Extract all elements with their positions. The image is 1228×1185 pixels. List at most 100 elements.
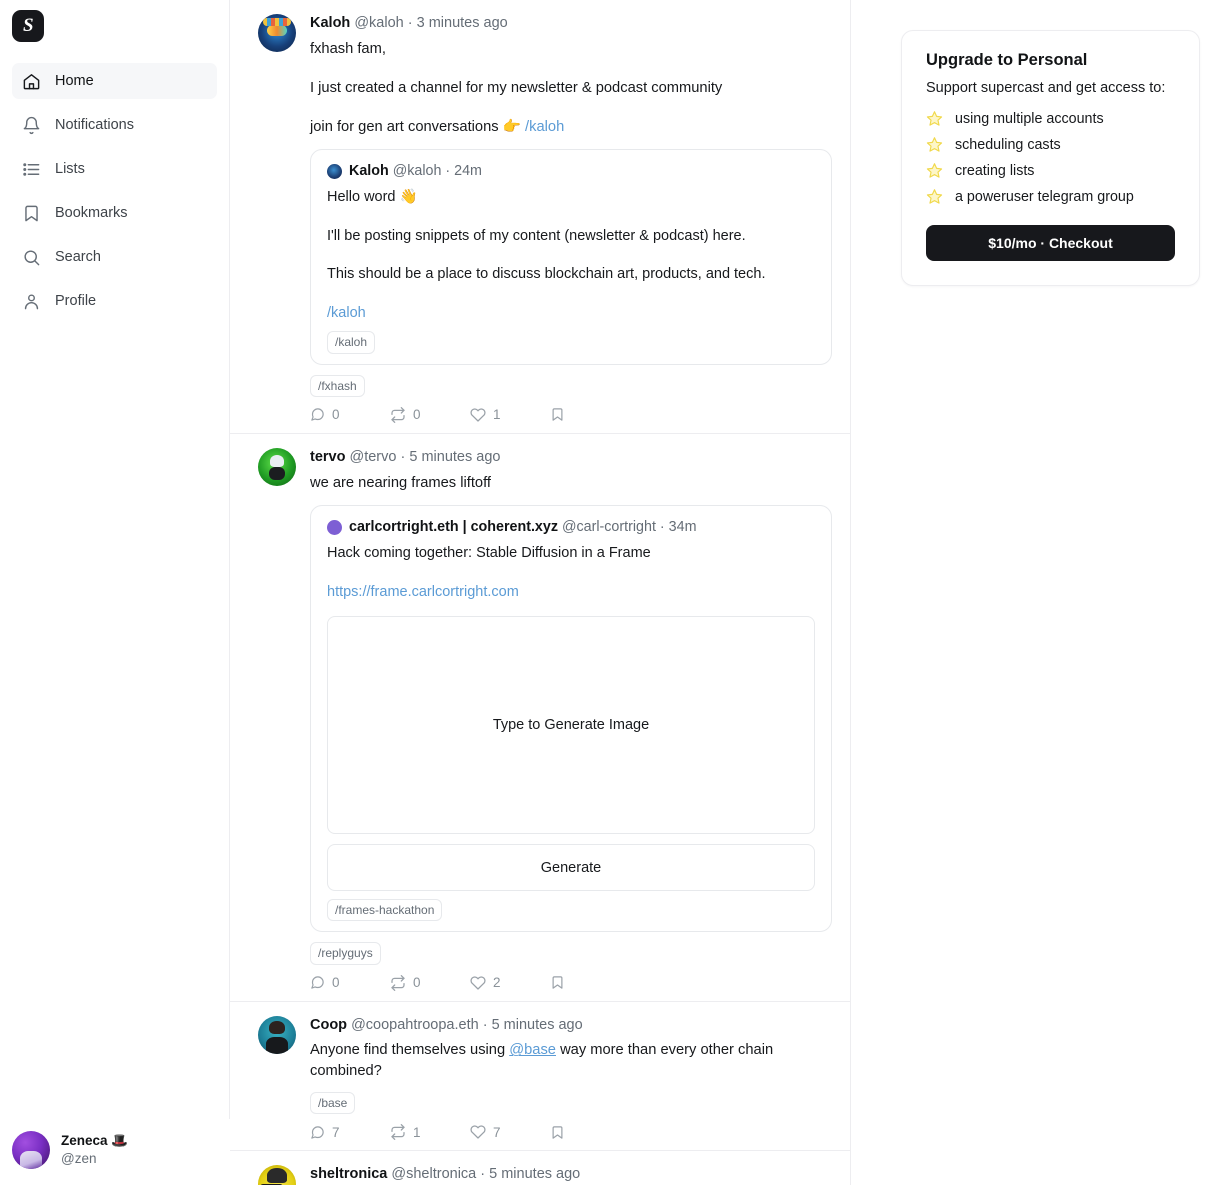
reply-count: 0: [332, 407, 340, 423]
embedded-frame-cast[interactable]: carlcortright.eth | coherent.xyz @carl-c…: [310, 505, 832, 933]
like-count: 1: [493, 407, 501, 423]
sidebar-item-label: Home: [55, 73, 94, 89]
current-user-name: Zeneca 🎩: [61, 1132, 129, 1148]
reply-button[interactable]: 7: [310, 1125, 390, 1140]
embedded-paragraph: Hack coming together: Stable Diffusion i…: [327, 545, 651, 562]
sidebar-item-home[interactable]: Home: [12, 63, 217, 99]
mention-link[interactable]: @base: [509, 1042, 556, 1058]
recast-button[interactable]: 1: [390, 1124, 470, 1141]
avatar[interactable]: [258, 1165, 296, 1185]
channel-tag[interactable]: /base: [310, 1092, 356, 1115]
cast-author-handle[interactable]: @sheltronica: [391, 1166, 476, 1182]
channel-tag[interactable]: /fxhash: [310, 374, 365, 397]
avatar[interactable]: [258, 447, 296, 486]
upgrade-perk-label: using multiple accounts: [955, 110, 1104, 127]
supercast-logo[interactable]: S: [12, 10, 44, 42]
upgrade-card: Upgrade to Personal Support supercast an…: [901, 30, 1200, 286]
current-user-button[interactable]: Zeneca 🎩 @zen: [0, 1119, 230, 1185]
cast-author-handle[interactable]: @coopahtroopa.eth: [351, 1017, 479, 1033]
sidebar-item-label: Bookmarks: [55, 205, 128, 221]
channel-row: /base: [310, 1092, 832, 1115]
reply-count: 0: [332, 975, 340, 991]
cast-timestamp: 5 minutes ago: [409, 448, 501, 465]
quoted-paragraph: I'll be posting snippets of my content (…: [327, 227, 746, 244]
heart-icon: [470, 407, 486, 423]
cast-header: Kaloh @kaloh · 3 minutes ago: [310, 14, 832, 33]
sidebar-item-notifications[interactable]: Notifications: [12, 107, 217, 143]
bookmark-button[interactable]: [550, 1125, 630, 1140]
embedded-cast-header: carlcortright.eth | coherent.xyz @carl-c…: [327, 518, 815, 537]
channel-row: /replyguys: [310, 942, 832, 965]
channel-tag[interactable]: /kaloh: [327, 331, 376, 354]
cast-body: tervo @tervo · 5 minutes ago we are near…: [310, 448, 832, 991]
recast-button[interactable]: 0: [390, 406, 470, 423]
bookmark-icon: [22, 204, 41, 223]
like-count: 2: [493, 975, 501, 991]
cast-item[interactable]: sheltronica @sheltronica · 5 minutes ago…: [230, 1151, 850, 1185]
sidebar-item-label: Profile: [55, 293, 97, 309]
like-button[interactable]: 1: [470, 407, 550, 423]
home-icon: [22, 72, 41, 91]
cast-paragraph: Anyone find themselves using @base way m…: [310, 1040, 832, 1082]
sidebar-item-lists[interactable]: Lists: [12, 151, 217, 187]
cast-author-handle[interactable]: @tervo: [350, 449, 397, 465]
comment-icon: [310, 1125, 325, 1140]
channel-link[interactable]: /kaloh: [525, 119, 564, 135]
separator: ·: [400, 448, 406, 465]
separator: ·: [445, 163, 451, 180]
recast-count: 0: [413, 407, 421, 423]
star-icon: [926, 110, 943, 127]
cast-author-handle[interactable]: @kaloh: [354, 15, 403, 31]
cast-header: tervo @tervo · 5 minutes ago: [310, 448, 832, 467]
frame-generate-button[interactable]: Generate: [327, 844, 815, 892]
quoted-author-handle[interactable]: @kaloh: [393, 162, 442, 181]
avatar[interactable]: [258, 1015, 296, 1054]
embedded-timestamp: 34m: [668, 519, 697, 536]
channel-tag[interactable]: /replyguys: [310, 942, 381, 965]
separator: ·: [659, 519, 665, 536]
star-icon: [926, 188, 943, 205]
quoted-paragraph: This should be a place to discuss blockc…: [327, 266, 766, 283]
cast-item[interactable]: Kaloh @kaloh · 3 minutes ago fxhash fam,…: [230, 0, 850, 434]
upgrade-perk-label: creating lists: [955, 162, 1035, 179]
quoted-author-name[interactable]: Kaloh: [349, 162, 389, 181]
recast-count: 1: [413, 1124, 421, 1140]
like-button[interactable]: 2: [470, 975, 550, 991]
upgrade-subtitle: Support supercast and get access to:: [926, 80, 1166, 96]
reply-button[interactable]: 0: [310, 407, 390, 422]
upgrade-perk: creating lists: [926, 162, 1175, 179]
cast-author-name[interactable]: sheltronica: [310, 1166, 387, 1182]
cast-item[interactable]: tervo @tervo · 5 minutes ago we are near…: [230, 434, 850, 1002]
channel-tag[interactable]: /frames-hackathon: [327, 899, 443, 922]
reply-button[interactable]: 0: [310, 975, 390, 990]
cast-author-name[interactable]: Kaloh: [310, 15, 350, 31]
comment-icon: [310, 975, 325, 990]
cast-author-name[interactable]: Coop: [310, 1017, 347, 1033]
like-button[interactable]: 7: [470, 1124, 550, 1140]
quoted-cast[interactable]: Kaloh @kaloh · 24m Hello word 👋 I'll be …: [310, 149, 832, 365]
cast-body: Coop @coopahtroopa.eth · 5 minutes ago A…: [310, 1016, 832, 1141]
embedded-author-name[interactable]: carlcortright.eth | coherent.xyz: [349, 518, 558, 537]
channel-row: /fxhash: [310, 374, 832, 397]
sidebar-item-bookmarks[interactable]: Bookmarks: [12, 195, 217, 231]
cast-item[interactable]: Coop @coopahtroopa.eth · 5 minutes ago A…: [230, 1002, 850, 1152]
sidebar-item-search[interactable]: Search: [12, 239, 217, 275]
sidebar-item-profile[interactable]: Profile: [12, 283, 217, 319]
bookmark-button[interactable]: [550, 407, 630, 422]
avatar[interactable]: [258, 14, 296, 52]
reply-count: 7: [332, 1124, 340, 1140]
quoted-cast-text: Hello word 👋 I'll be posting snippets of…: [327, 187, 815, 323]
frame-url-link[interactable]: https://frame.carlcortright.com: [327, 584, 519, 600]
feed-column[interactable]: Kaloh @kaloh · 3 minutes ago fxhash fam,…: [230, 0, 851, 1185]
cast-author-name[interactable]: tervo: [310, 449, 345, 465]
avatar: [12, 1131, 50, 1169]
channel-link[interactable]: /kaloh: [327, 305, 366, 321]
quoted-cast-header: Kaloh @kaloh · 24m: [327, 162, 815, 181]
embedded-author-handle[interactable]: @carl-cortright: [562, 518, 656, 537]
cast-timestamp: 3 minutes ago: [416, 15, 508, 31]
recast-button[interactable]: 0: [390, 974, 470, 991]
checkout-button[interactable]: $10/mo · Checkout: [926, 225, 1175, 261]
bookmark-icon: [550, 407, 565, 422]
cast-actions: 7 1 7: [310, 1124, 832, 1141]
bookmark-button[interactable]: [550, 975, 630, 990]
